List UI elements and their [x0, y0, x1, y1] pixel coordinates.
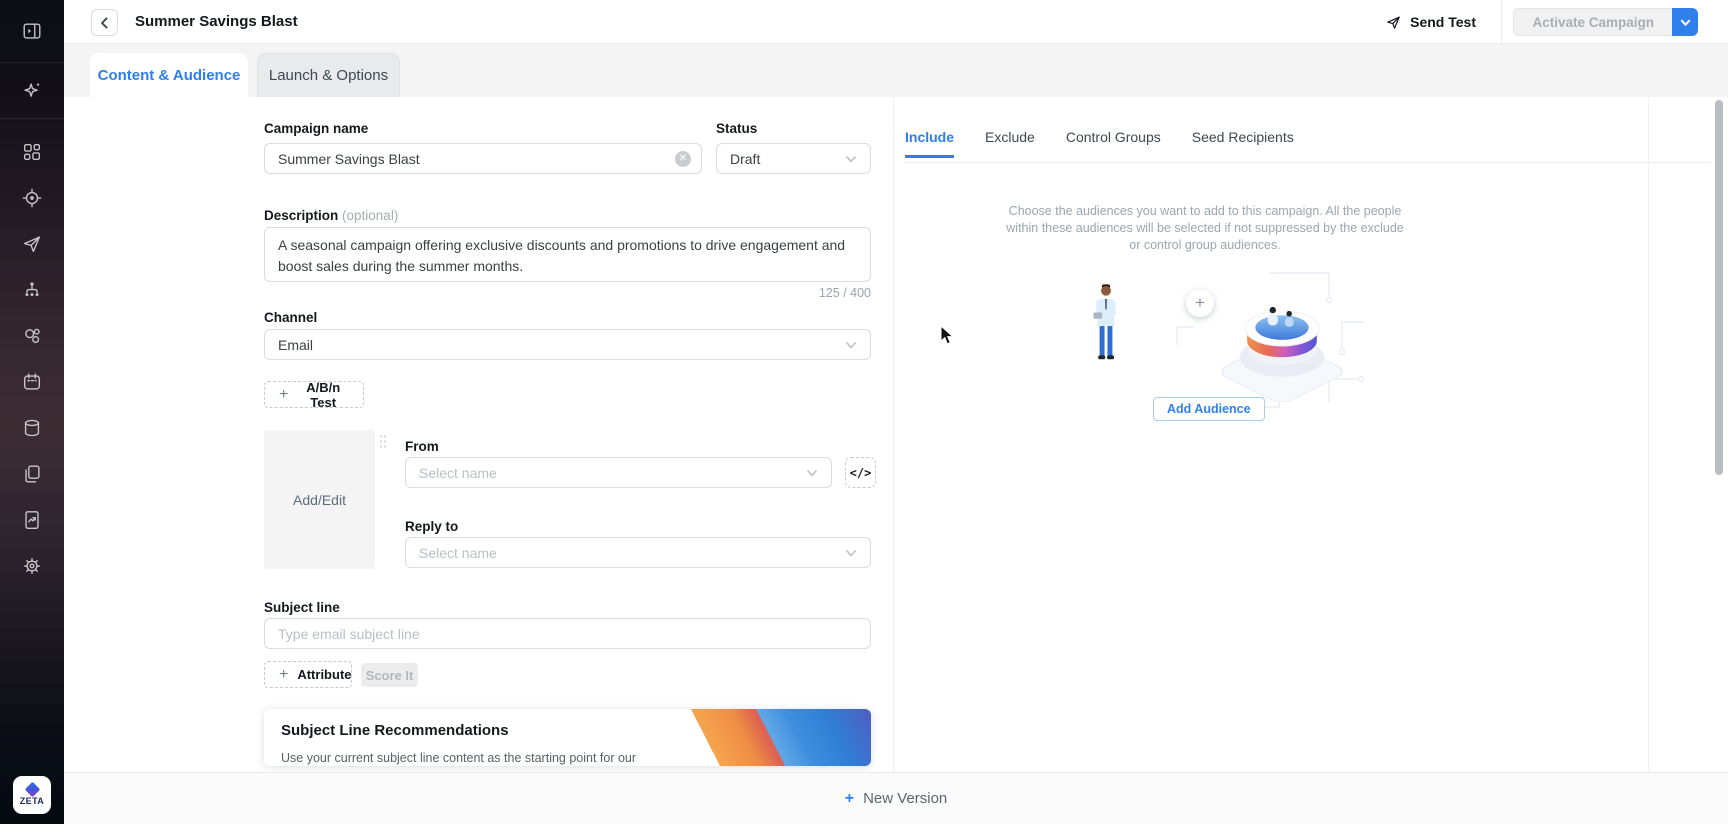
send-test-label: Send Test	[1410, 14, 1476, 30]
report-icon[interactable]	[21, 509, 43, 531]
audience-description: Choose the audiences you want to add to …	[1005, 203, 1405, 254]
hierarchy-icon[interactable]	[21, 279, 43, 301]
zeta-logo-label: ZETA	[20, 796, 44, 806]
send-icon[interactable]	[21, 233, 43, 255]
channel-label: Channel	[264, 310, 317, 325]
back-button[interactable]	[91, 9, 118, 36]
plus-icon: +	[845, 790, 854, 808]
add-audience-button[interactable]: Add Audience	[1153, 397, 1265, 421]
zeta-diamond-icon	[24, 782, 40, 798]
status-select[interactable]: Draft	[716, 143, 871, 174]
chevron-down-icon	[845, 339, 857, 351]
activate-campaign-button[interactable]: Activate Campaign	[1513, 8, 1672, 36]
subject-field-wrap	[264, 618, 871, 649]
abn-test-button[interactable]: + A/B/n Test	[264, 381, 364, 408]
mouse-cursor	[940, 325, 955, 347]
chevron-down-icon	[845, 153, 857, 165]
add-plus-icon[interactable]: +	[1186, 289, 1214, 317]
topbar-divider	[1501, 0, 1502, 44]
channel-select[interactable]: Email	[264, 329, 871, 360]
description-label: Description (optional)	[264, 208, 398, 223]
drag-handle-icon[interactable]	[379, 434, 386, 450]
scroll-gutter-line	[1648, 97, 1649, 772]
panel-divider	[893, 97, 894, 772]
campaign-name-label: Campaign name	[264, 121, 368, 136]
optional-hint: (optional)	[342, 208, 398, 223]
plus-icon: +	[279, 386, 288, 404]
subject-line-input[interactable]	[264, 618, 871, 649]
activate-campaign-split-button: Activate Campaign	[1513, 8, 1698, 36]
tab-launch-options[interactable]: Launch & Options	[257, 53, 400, 97]
activate-dropdown-button[interactable]	[1672, 8, 1698, 36]
page-title: Summer Savings Blast	[135, 0, 298, 44]
char-counter: 125 / 400	[724, 286, 871, 300]
tab-include[interactable]: Include	[905, 129, 954, 158]
recommendations-title: Subject Line Recommendations	[281, 722, 509, 739]
campaign-name-input[interactable]	[264, 143, 702, 174]
dashboard-icon[interactable]	[21, 141, 43, 163]
status-label: Status	[716, 121, 757, 136]
tab-control-groups[interactable]: Control Groups	[1066, 129, 1161, 158]
audience-tabs: Include Exclude Control Groups Seed Reci…	[905, 129, 1710, 163]
attribute-label: Attribute	[297, 667, 351, 682]
ai-sparkle-icon[interactable]	[21, 80, 43, 102]
paper-plane-icon	[1385, 14, 1402, 31]
abn-test-button-wrap: + A/B/n Test	[264, 381, 364, 408]
settings-icon[interactable]	[21, 555, 43, 577]
send-test-button[interactable]: Send Test	[1385, 0, 1476, 44]
chevron-down-icon	[806, 467, 818, 479]
new-version-label: New Version	[863, 790, 947, 807]
subject-recommendations-card[interactable]: Subject Line Recommendations Use your cu…	[264, 709, 871, 766]
recommendations-subtext: Use your current subject line content as…	[281, 750, 661, 766]
tab-strip: Content & Audience Launch & Options	[64, 44, 1728, 97]
collapse-panel-icon[interactable]	[21, 20, 43, 42]
personalization-code-button[interactable]: </>	[845, 457, 876, 488]
channel-value: Email	[278, 337, 313, 353]
left-sidebar: ZETA	[0, 0, 64, 824]
person-illustration	[1090, 281, 1122, 365]
chevron-down-icon	[845, 547, 857, 559]
description-textarea[interactable]: A seasonal campaign offering exclusive d…	[264, 227, 871, 282]
chevron-down-icon	[1680, 17, 1691, 28]
attribute-button-wrap: + Attribute	[264, 661, 352, 688]
main-content: Campaign name ✕ Status Draft Description…	[64, 97, 1728, 772]
subject-line-label: Subject line	[264, 600, 340, 615]
top-bar: Summer Savings Blast Send Test Activate …	[64, 0, 1728, 44]
from-placeholder: Select name	[419, 465, 497, 481]
data-icon[interactable]	[21, 417, 43, 439]
gradient-art	[675, 709, 871, 766]
vertical-scrollbar[interactable]	[1715, 100, 1723, 475]
tab-exclude[interactable]: Exclude	[985, 129, 1035, 158]
chevron-left-icon	[99, 17, 111, 29]
calendar-icon[interactable]	[21, 371, 43, 393]
reply-to-select[interactable]: Select name	[405, 537, 871, 568]
new-version-bar[interactable]: + New Version	[64, 772, 1728, 824]
score-it-button-wrap: Score It	[361, 663, 418, 687]
clear-input-icon[interactable]: ✕	[675, 151, 691, 167]
campaign-name-field-wrap: ✕	[264, 143, 702, 174]
score-it-button[interactable]: Score It	[361, 663, 418, 687]
tab-content-audience[interactable]: Content & Audience	[90, 53, 248, 97]
plus-icon: +	[279, 666, 288, 684]
add-edit-label: Add/Edit	[293, 492, 346, 508]
abn-test-label: A/B/n Test	[297, 380, 349, 410]
audiences-icon[interactable]	[21, 325, 43, 347]
reply-to-placeholder: Select name	[419, 545, 497, 561]
reply-to-label: Reply to	[405, 519, 458, 534]
from-label: From	[405, 439, 439, 454]
status-value: Draft	[730, 151, 760, 167]
target-icon[interactable]	[21, 187, 43, 209]
app-window: ZETA Summer Savings Blast Send Test Acti…	[0, 0, 1728, 824]
zeta-logo[interactable]: ZETA	[13, 776, 51, 814]
add-edit-content-tile[interactable]: Add/Edit	[264, 430, 375, 569]
copy-icon[interactable]	[21, 463, 43, 485]
code-button-wrap: </>	[845, 457, 876, 488]
tab-seed-recipients[interactable]: Seed Recipients	[1192, 129, 1294, 158]
from-select[interactable]: Select name	[405, 457, 832, 488]
attribute-button[interactable]: + Attribute	[264, 661, 352, 688]
